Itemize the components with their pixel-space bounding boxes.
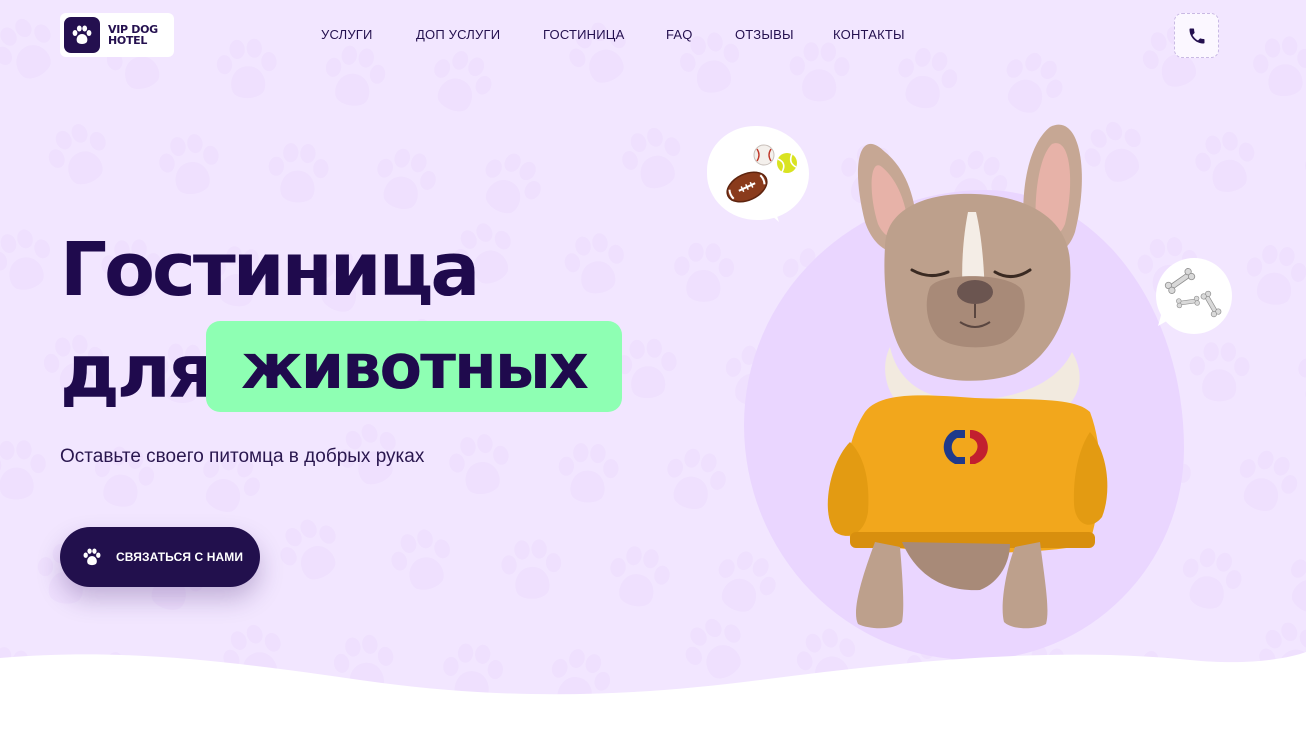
bone-icon [1176, 295, 1200, 309]
nav-item-extra-services[interactable]: ДОП УСЛУГИ [416, 27, 500, 42]
contact-us-button[interactable]: СВЯЗАТЬСЯ С НАМИ [60, 527, 260, 587]
contact-us-button-label: СВЯЗАТЬСЯ С НАМИ [116, 550, 244, 564]
paw-icon [83, 548, 101, 566]
nav-item-contacts[interactable]: КОНТАКТЫ [833, 27, 905, 42]
nav-item-hotel[interactable]: ГОСТИНИЦА [543, 27, 624, 42]
french-bulldog-image [827, 124, 1108, 629]
nav-item-reviews[interactable]: ОТЗЫВЫ [735, 27, 794, 42]
nav-item-services[interactable]: УСЛУГИ [321, 27, 373, 42]
bottom-wave-divider [0, 652, 1306, 753]
bone-icon [1200, 290, 1222, 318]
hero-title-line2: для [60, 329, 215, 415]
baseball-icon [753, 144, 775, 166]
phone-icon [1189, 28, 1204, 43]
football-icon [726, 171, 768, 203]
main-nav: УСЛУГИ ДОП УСЛУГИ ГОСТИНИЦА FAQ ОТЗЫВЫ К… [0, 27, 1306, 43]
nav-item-faq[interactable]: FAQ [666, 27, 693, 42]
hero-subtitle: Оставьте своего питомца в добрых руках [60, 446, 425, 467]
bone-icon [1164, 268, 1196, 294]
hero-title-highlight: животных [206, 321, 622, 412]
phone-button[interactable] [1174, 13, 1219, 58]
bones-bubble [1156, 258, 1232, 334]
hero-title-line1: Гостиница [60, 227, 480, 313]
